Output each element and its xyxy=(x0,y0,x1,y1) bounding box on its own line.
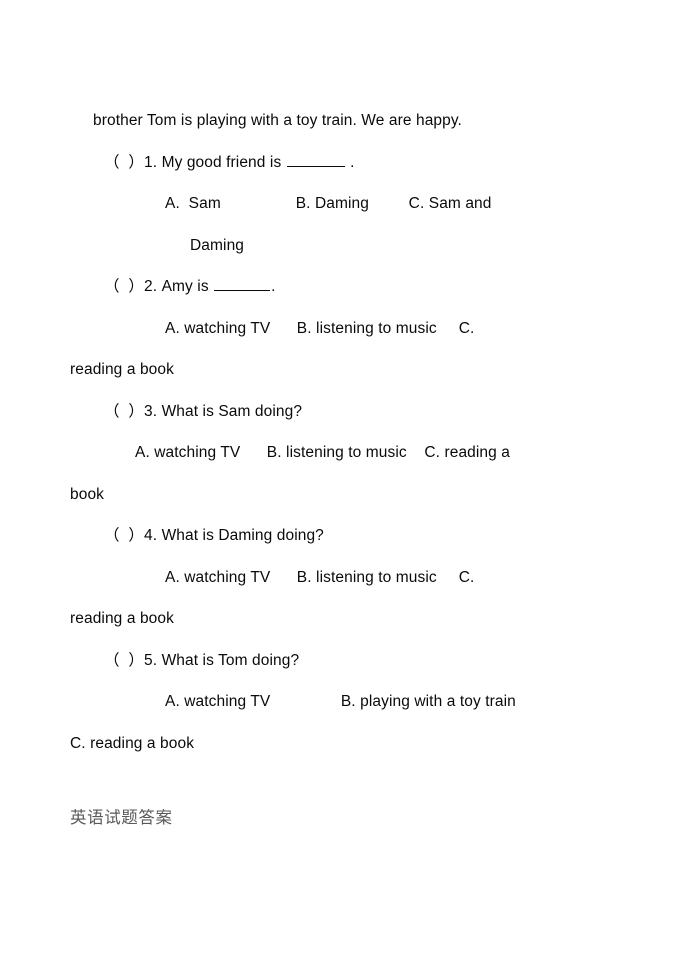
question-4-text: What is Daming doing? xyxy=(157,527,324,544)
passage-tail-line: brother Tom is playing with a toy train.… xyxy=(93,112,462,129)
question-2-text: Amy is xyxy=(157,278,214,295)
question-1-tail: . xyxy=(345,153,355,171)
answers-section-heading: 英语试题答案 xyxy=(70,808,173,827)
question-4-options-wrap[interactable]: reading a book xyxy=(70,598,630,640)
question-5-options[interactable]: A. watching TV B. playing with a toy tra… xyxy=(70,681,630,723)
question-3-options[interactable]: A. watching TV B. listening to music C. … xyxy=(70,432,630,474)
question-1-options-wrap[interactable]: Daming xyxy=(70,225,630,267)
question-1-stem: （ ）1. My good friend is . xyxy=(70,142,630,184)
question-2-tail: . xyxy=(271,278,276,295)
document-page: brother Tom is playing with a toy train.… xyxy=(0,0,688,971)
question-5-text: What is Tom doing? xyxy=(157,651,300,669)
question-4-number: 4. xyxy=(144,527,158,544)
question-5-stem: （ ）5. What is Tom doing? xyxy=(70,640,630,682)
question-5-options-wrap[interactable]: C. reading a book xyxy=(70,723,630,765)
question-2-blank[interactable] xyxy=(214,276,271,291)
question-5-number: 5. xyxy=(144,651,158,669)
question-4-answer-bracket[interactable]: （ ） xyxy=(104,527,144,544)
question-1-number: 1. xyxy=(144,153,158,171)
question-2-options-wrap[interactable]: reading a book xyxy=(70,349,630,391)
question-3-text: What is Sam doing? xyxy=(157,402,303,420)
question-2-answer-bracket[interactable]: （ ） xyxy=(104,278,144,295)
question-3-answer-bracket[interactable]: （ ） xyxy=(104,403,144,420)
question-1-options[interactable]: A. Sam B. Daming C. Sam and xyxy=(70,183,630,225)
question-3-stem: （ ）3. What is Sam doing? xyxy=(70,391,630,433)
question-3-options-wrap[interactable]: book xyxy=(70,474,630,516)
document-body: brother Tom is playing with a toy train.… xyxy=(70,100,630,764)
question-1-text: My good friend is xyxy=(157,153,286,171)
question-4-options[interactable]: A. watching TV B. listening to music C. xyxy=(70,557,630,599)
question-1-blank[interactable] xyxy=(286,151,345,167)
question-2-number: 2. xyxy=(144,278,158,295)
question-2-stem: （ ）2. Amy is . xyxy=(70,266,630,308)
question-3-number: 3. xyxy=(144,402,158,420)
question-5-answer-bracket[interactable]: （ ） xyxy=(104,652,144,669)
question-1-answer-bracket[interactable]: （ ） xyxy=(104,154,144,171)
question-2-options[interactable]: A. watching TV B. listening to music C. xyxy=(70,308,630,350)
question-4-stem: （ ）4. What is Daming doing? xyxy=(70,515,630,557)
